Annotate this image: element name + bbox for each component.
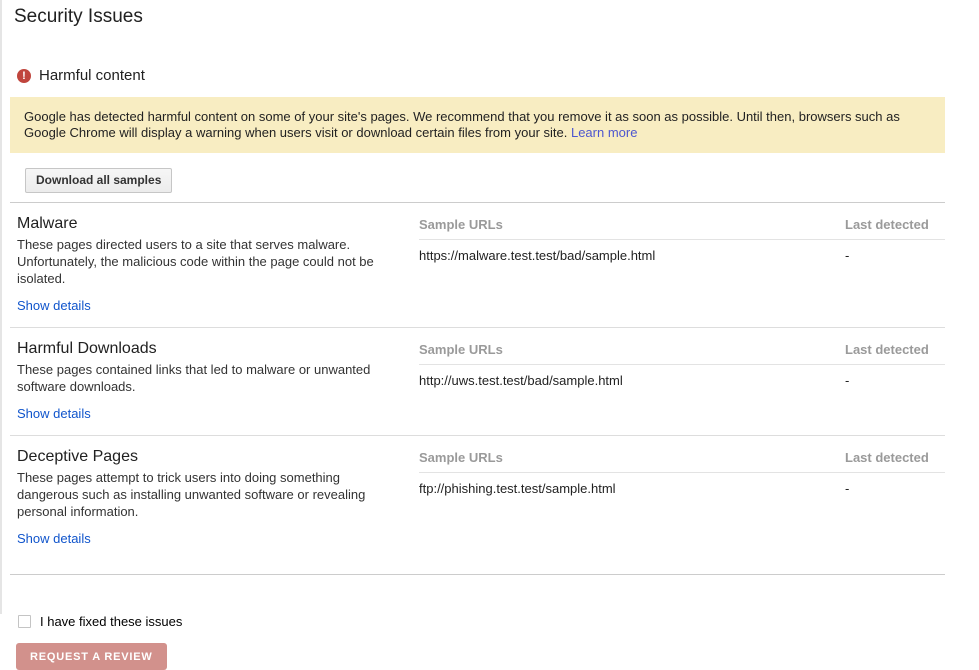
table-header-row: Sample URLs Last detected: [419, 217, 945, 232]
issue-description: These pages contained links that led to …: [17, 361, 403, 395]
last-detected-column-header: Last detected: [845, 342, 945, 357]
issue-title: Deceptive Pages: [17, 448, 403, 466]
table-header-divider: [419, 472, 945, 473]
table-header-divider: [419, 364, 945, 365]
last-detected-cell: -: [845, 373, 945, 388]
issue-title: Malware: [17, 215, 403, 233]
sample-urls-table: Sample URLs Last detected http://uws.tes…: [419, 340, 945, 423]
toolbar: Download all samples: [25, 168, 979, 193]
learn-more-link[interactable]: Learn more: [571, 125, 637, 140]
last-detected-column-header: Last detected: [845, 217, 945, 232]
warning-banner: Google has detected harmful content on s…: [10, 97, 945, 153]
sample-url-cell: https://malware.test.test/bad/sample.htm…: [419, 248, 845, 263]
issue-description: These pages attempt to trick users into …: [17, 469, 403, 520]
issue-title: Harmful Downloads: [17, 340, 403, 358]
harmful-content-label: Harmful content: [39, 67, 145, 84]
security-issues-panel: Security Issues ! Harmful content Google…: [0, 0, 979, 614]
show-details-link[interactable]: Show details: [17, 406, 91, 421]
alert-exclamation-circle-icon: !: [17, 69, 31, 83]
page-title: Security Issues: [14, 6, 979, 28]
issue-row-malware: Malware These pages directed users to a …: [2, 203, 979, 327]
issue-description: These pages directed users to a site tha…: [17, 236, 403, 287]
issue-info: Malware These pages directed users to a …: [17, 215, 419, 315]
fixed-issues-checkbox[interactable]: [18, 615, 31, 628]
show-details-link[interactable]: Show details: [17, 298, 91, 313]
table-row: https://malware.test.test/bad/sample.htm…: [419, 248, 945, 263]
table-row: http://uws.test.test/bad/sample.html -: [419, 373, 945, 388]
sample-url-cell: http://uws.test.test/bad/sample.html: [419, 373, 845, 388]
last-detected-cell: -: [845, 248, 945, 263]
sample-urls-table: Sample URLs Last detected ftp://phishing…: [419, 448, 945, 548]
sample-urls-column-header: Sample URLs: [419, 217, 845, 232]
fixed-issues-label: I have fixed these issues: [40, 614, 182, 629]
table-header-row: Sample URLs Last detected: [419, 342, 945, 357]
sample-urls-table: Sample URLs Last detected https://malwar…: [419, 215, 945, 315]
last-detected-cell: -: [845, 481, 945, 496]
request-review-button[interactable]: REQUEST A REVIEW: [16, 643, 167, 670]
sample-urls-column-header: Sample URLs: [419, 342, 845, 357]
fixed-issues-row: I have fixed these issues: [18, 614, 979, 629]
table-header-divider: [419, 239, 945, 240]
download-all-samples-button[interactable]: Download all samples: [25, 168, 172, 193]
issue-row-deceptive-pages: Deceptive Pages These pages attempt to t…: [2, 436, 979, 560]
warning-banner-text: Google has detected harmful content on s…: [24, 109, 900, 140]
issue-row-harmful-downloads: Harmful Downloads These pages contained …: [2, 328, 979, 435]
last-detected-column-header: Last detected: [845, 450, 945, 465]
issue-info: Deceptive Pages These pages attempt to t…: [17, 448, 419, 548]
harmful-content-heading: ! Harmful content: [17, 67, 979, 84]
table-header-row: Sample URLs Last detected: [419, 450, 945, 465]
show-details-link[interactable]: Show details: [17, 531, 91, 546]
sample-url-cell: ftp://phishing.test.test/sample.html: [419, 481, 845, 496]
divider: [10, 574, 945, 575]
sample-urls-column-header: Sample URLs: [419, 450, 845, 465]
table-row: ftp://phishing.test.test/sample.html -: [419, 481, 945, 496]
issue-info: Harmful Downloads These pages contained …: [17, 340, 419, 423]
